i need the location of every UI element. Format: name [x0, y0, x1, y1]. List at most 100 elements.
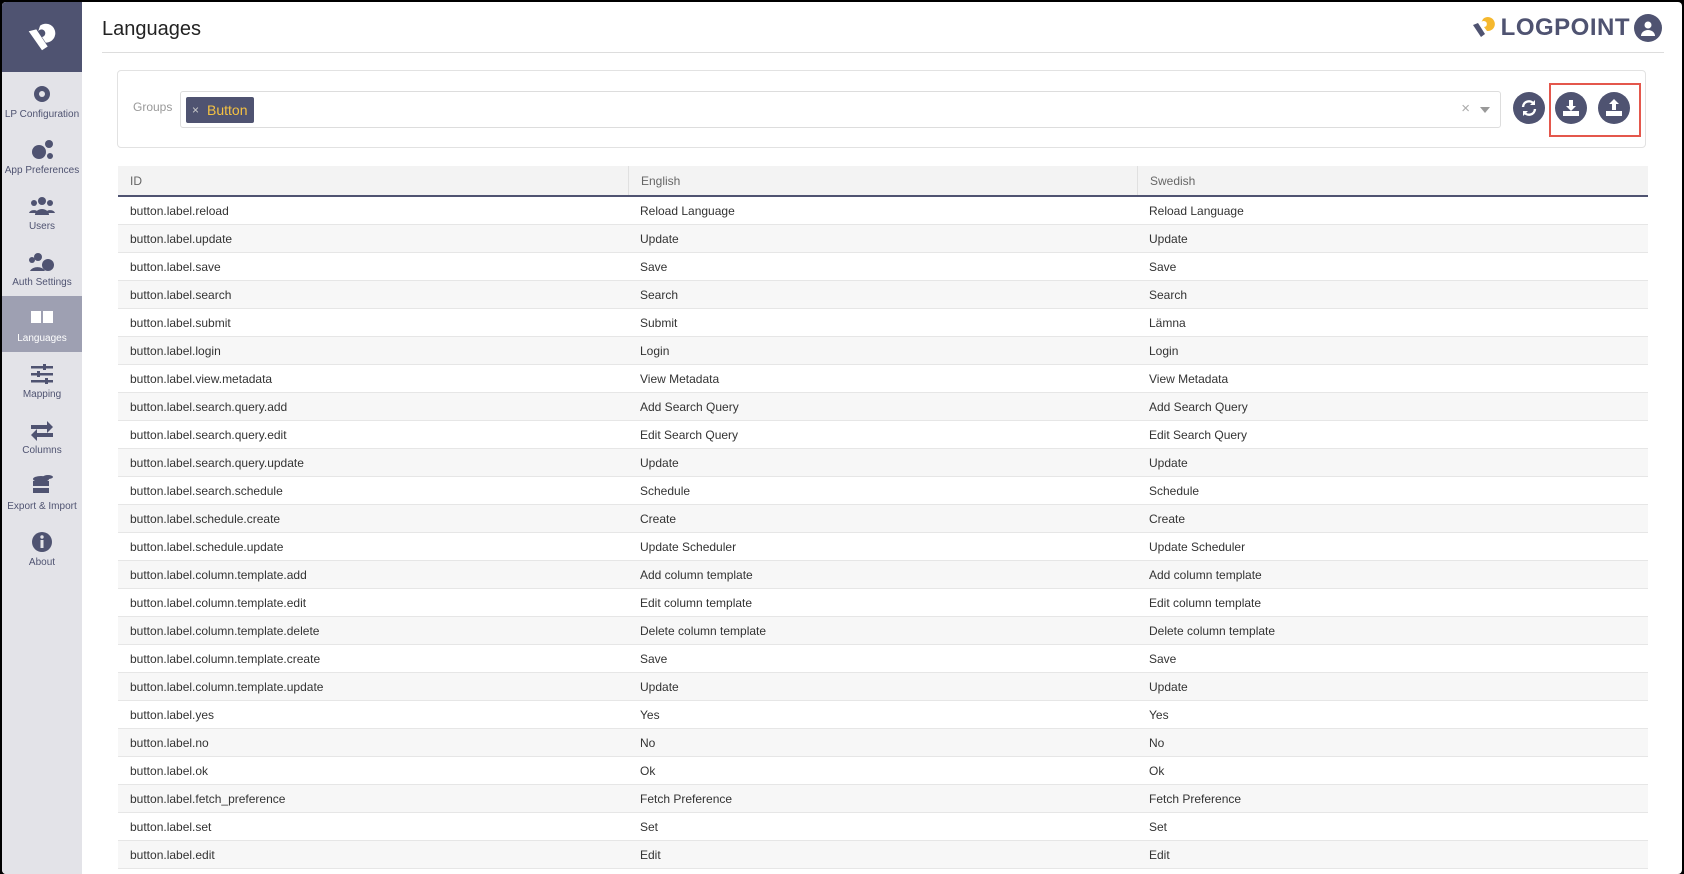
filter-panel: Groups × Button ×: [117, 70, 1646, 148]
info-icon: [29, 529, 55, 555]
cell-swedish: Fetch Preference: [1137, 785, 1648, 812]
language-icon: [29, 305, 55, 331]
column-header-swedish[interactable]: Swedish: [1137, 166, 1648, 195]
table-row[interactable]: button.label.column.template.addAdd colu…: [118, 561, 1648, 589]
table-row[interactable]: button.label.search.scheduleScheduleSche…: [118, 477, 1648, 505]
cell-id: button.label.column.template.update: [118, 673, 628, 700]
table-row[interactable]: button.label.okOkOk: [118, 757, 1648, 785]
clear-icon[interactable]: ×: [1461, 100, 1470, 117]
cell-id: button.label.view.metadata: [118, 365, 628, 392]
sidebar-item-app-preferences[interactable]: App Preferences: [2, 128, 82, 184]
sidebar-item-label: App Preferences: [5, 165, 80, 176]
cell-english: Save: [628, 645, 1137, 672]
table-row[interactable]: button.label.setSetSet: [118, 813, 1648, 841]
cell-id: button.label.search.query.update: [118, 449, 628, 476]
sidebar-item-auth-settings[interactable]: Auth Settings: [2, 240, 82, 296]
table-row[interactable]: button.label.search.query.editEdit Searc…: [118, 421, 1648, 449]
sidebar-item-languages[interactable]: Languages: [2, 296, 82, 352]
users-gear-icon: [29, 249, 55, 275]
cell-id: button.label.no: [118, 729, 628, 756]
table-row[interactable]: button.label.fetch_preferenceFetch Prefe…: [118, 785, 1648, 813]
groups-select[interactable]: × Button ×: [180, 91, 1501, 128]
cell-english: Update: [628, 673, 1137, 700]
table-row[interactable]: button.label.column.template.createSaveS…: [118, 645, 1648, 673]
cell-english: No: [628, 729, 1137, 756]
header-divider: [102, 52, 1664, 53]
cell-id: button.label.schedule.update: [118, 533, 628, 560]
table-row[interactable]: button.label.yesYesYes: [118, 701, 1648, 729]
sidebar-item-mapping[interactable]: Mapping: [2, 352, 82, 408]
table-row[interactable]: button.label.schedule.createCreateCreate: [118, 505, 1648, 533]
sidebar-item-about[interactable]: About: [2, 520, 82, 576]
gears-icon: [29, 137, 55, 163]
table-row[interactable]: button.label.loginLoginLogin: [118, 337, 1648, 365]
cell-swedish: Ok: [1137, 757, 1648, 784]
table-row[interactable]: button.label.column.template.updateUpdat…: [118, 673, 1648, 701]
cell-english: Login: [628, 337, 1137, 364]
chip-remove-icon[interactable]: ×: [192, 103, 199, 117]
table-row[interactable]: button.label.submitSubmitLämna: [118, 309, 1648, 337]
cell-english: Add Search Query: [628, 393, 1137, 420]
table-row[interactable]: button.label.editEditEdit: [118, 841, 1648, 869]
cell-swedish: Update: [1137, 449, 1648, 476]
cell-swedish: Yes: [1137, 701, 1648, 728]
cell-english: Update: [628, 449, 1137, 476]
reload-button[interactable]: [1513, 92, 1545, 124]
chevron-down-icon[interactable]: [1480, 107, 1490, 113]
cell-english: Add column template: [628, 561, 1137, 588]
cell-id: button.label.ok: [118, 757, 628, 784]
cell-english: Edit Search Query: [628, 421, 1137, 448]
cell-id: button.label.column.template.edit: [118, 589, 628, 616]
sidebar-item-columns[interactable]: Columns: [2, 408, 82, 464]
table-row[interactable]: button.label.reloadReload LanguageReload…: [118, 197, 1648, 225]
cell-swedish: Save: [1137, 253, 1648, 280]
cell-swedish: Add Search Query: [1137, 393, 1648, 420]
groups-label: Groups: [133, 100, 172, 114]
cell-english: Update Scheduler: [628, 533, 1137, 560]
download-button[interactable]: [1555, 92, 1587, 124]
sidebar-item-label: Columns: [22, 445, 61, 456]
cell-id: button.label.reload: [118, 197, 628, 224]
cell-english: Yes: [628, 701, 1137, 728]
table-row[interactable]: button.label.schedule.updateUpdate Sched…: [118, 533, 1648, 561]
cell-id: button.label.column.template.add: [118, 561, 628, 588]
table-row[interactable]: button.label.updateUpdateUpdate: [118, 225, 1648, 253]
table-row[interactable]: button.label.searchSearchSearch: [118, 281, 1648, 309]
cell-english: Delete column template: [628, 617, 1137, 644]
table-row[interactable]: button.label.saveSaveSave: [118, 253, 1648, 281]
cell-swedish: Add column template: [1137, 561, 1648, 588]
sidebar-item-label: About: [29, 557, 55, 568]
table-row[interactable]: button.label.view.metadataView MetadataV…: [118, 365, 1648, 393]
cell-id: button.label.yes: [118, 701, 628, 728]
cell-id: button.label.search.query.add: [118, 393, 628, 420]
upload-button[interactable]: [1598, 92, 1630, 124]
column-header-id[interactable]: ID: [118, 166, 628, 195]
cell-swedish: Save: [1137, 645, 1648, 672]
cell-english: Fetch Preference: [628, 785, 1137, 812]
table-row[interactable]: button.label.column.template.editEdit co…: [118, 589, 1648, 617]
cell-english: Create: [628, 505, 1137, 532]
cell-swedish: Lämna: [1137, 309, 1648, 336]
table-row[interactable]: button.label.noNoNo: [118, 729, 1648, 757]
sidebar-item-lp-configuration[interactable]: LP Configuration: [2, 72, 82, 128]
sidebar-item-users[interactable]: Users: [2, 184, 82, 240]
cell-id: button.label.save: [118, 253, 628, 280]
cell-swedish: Create: [1137, 505, 1648, 532]
user-avatar-icon[interactable]: [1634, 14, 1662, 42]
sidebar-item-export-import[interactable]: Export & Import: [2, 464, 82, 520]
cell-swedish: Search: [1137, 281, 1648, 308]
table-row[interactable]: button.label.search.query.updateUpdateUp…: [118, 449, 1648, 477]
sliders-icon: [29, 361, 55, 387]
cell-swedish: Update: [1137, 673, 1648, 700]
upload-icon: [1605, 99, 1623, 117]
logpoint-mark-icon: [1471, 15, 1497, 41]
cell-id: button.label.submit: [118, 309, 628, 336]
brand: LOGPOINT: [1471, 14, 1662, 42]
cell-id: button.label.edit: [118, 841, 628, 868]
logo[interactable]: [2, 2, 82, 72]
table-row[interactable]: button.label.search.query.addAdd Search …: [118, 393, 1648, 421]
column-header-english[interactable]: English: [628, 166, 1137, 195]
table-row[interactable]: button.label.column.template.deleteDelet…: [118, 617, 1648, 645]
sidebar-item-label: Languages: [17, 333, 67, 344]
cell-swedish: Edit Search Query: [1137, 421, 1648, 448]
